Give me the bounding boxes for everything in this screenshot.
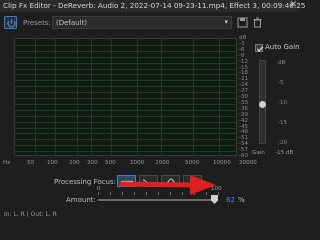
hz-tick-label: Hz — [3, 160, 11, 166]
toolbar: Presets: (Default) ▾ — [0, 13, 300, 33]
hz-tick-label: 500 — [105, 160, 116, 166]
amount-unit: % — [238, 196, 245, 204]
red-arrow-annotation — [119, 175, 216, 195]
amount-slider-thumb[interactable] — [211, 195, 218, 204]
preset-value: (Default) — [56, 19, 88, 27]
gain-value: -15 dB — [275, 150, 294, 156]
hz-tick-label: 20000 — [239, 160, 257, 166]
save-preset-button[interactable] — [236, 16, 249, 29]
db-scale: dB -3 -6 -9 -12 -15 -18 -21 -24 -27 -30 -33 -36 -39 -4… — [238, 35, 252, 159]
amount-tick — [218, 192, 219, 195]
auto-gain-checkbox[interactable]: Auto Gain — [255, 43, 300, 55]
save-icon — [237, 17, 248, 28]
hz-tick-label: 1000 — [130, 160, 145, 166]
window-title: Clip Fx Editor - DeReverb: Audio 2, 2022… — [3, 1, 306, 10]
frequency-grid — [15, 39, 236, 155]
gain-tick-label: -20 — [278, 140, 287, 146]
auto-gain-label: Auto Gain — [265, 43, 300, 51]
gain-slider-thumb[interactable] — [259, 101, 266, 108]
gain-slider[interactable] — [259, 60, 266, 144]
power-icon — [7, 19, 16, 28]
hz-tick-label: 200 — [69, 160, 80, 166]
amount-tick — [110, 192, 111, 195]
frequency-graph[interactable] — [14, 38, 237, 156]
presets-label: Presets: — [23, 19, 51, 27]
gain-tick-label: -15 — [278, 120, 287, 126]
amount-slider-track[interactable] — [98, 199, 218, 201]
gain-tick-label: dB — [278, 60, 286, 66]
gain-tick-label: -10 — [278, 100, 287, 106]
gain-readout: Gain -15 dB — [250, 150, 300, 160]
gain-tick-label: -5 — [278, 80, 284, 86]
checkbox-box[interactable] — [255, 44, 264, 52]
processing-focus-label: Processing Focus: — [54, 178, 116, 186]
hz-tick-label: 300 — [87, 160, 98, 166]
hz-tick-label: 5000 — [185, 160, 200, 166]
gain-label: Gain — [252, 150, 265, 156]
preset-dropdown[interactable]: (Default) ▾ — [52, 16, 232, 29]
hz-tick-label: 10000 — [213, 160, 231, 166]
io-channels-label: In: L, R | Out: L, R — [4, 211, 57, 218]
amount-label: Amount: — [66, 196, 96, 204]
power-toggle-button[interactable] — [4, 16, 17, 29]
title-bar: Clip Fx Editor - DeReverb: Audio 2, 2022… — [0, 0, 305, 12]
chevron-down-icon: ▾ — [224, 18, 228, 26]
checkmark-icon — [256, 46, 264, 52]
hz-tick-label: 50 — [27, 160, 35, 166]
close-button[interactable]: ✕ — [289, 0, 297, 10]
hz-tick-label: 2000 — [155, 160, 170, 166]
db-tick-label: -60 — [239, 153, 248, 159]
hz-scale: Hz 50 100 200 300 500 1000 2000 5000 10000 20000 — [3, 160, 257, 168]
amount-value-input[interactable]: 62 — [226, 196, 235, 204]
delete-preset-button[interactable] — [251, 16, 264, 29]
trash-icon — [253, 17, 262, 28]
gain-scale: dB -5 -10 -15 -20 — [278, 60, 298, 146]
hz-tick-label: 100 — [47, 160, 58, 166]
amount-tick — [98, 192, 99, 195]
